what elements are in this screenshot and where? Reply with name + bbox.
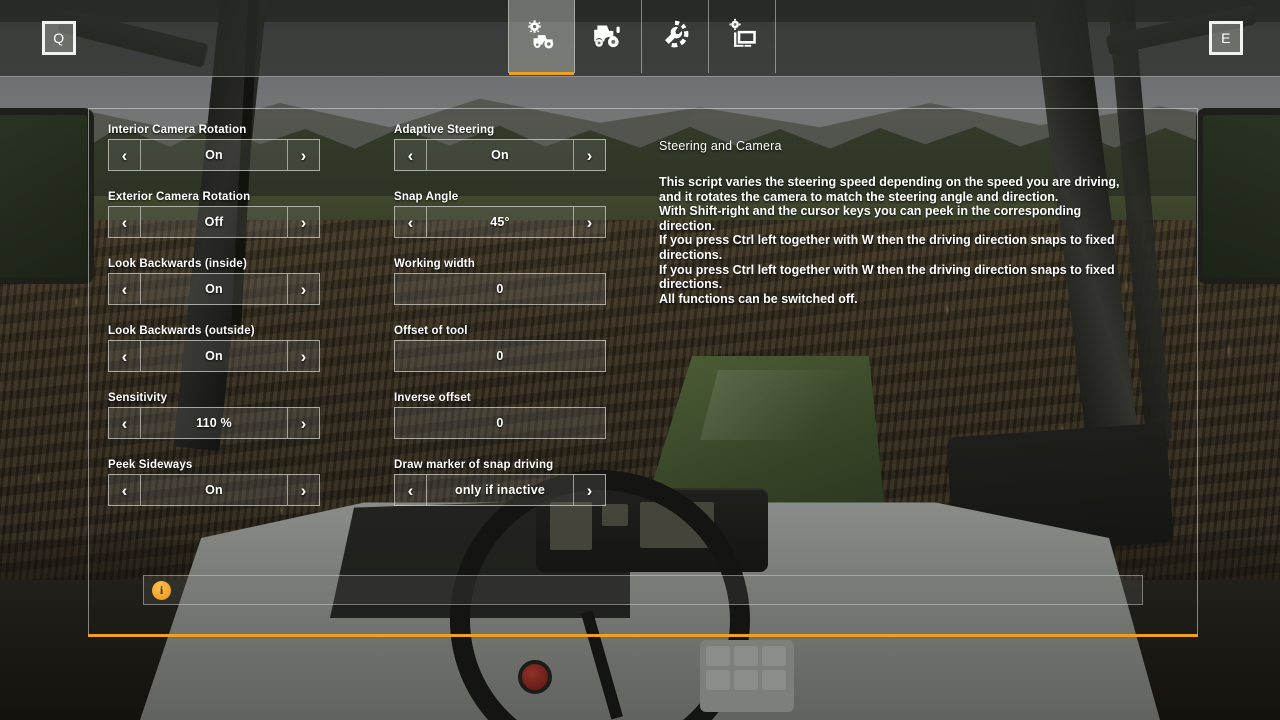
top-bar: Q E [0, 0, 1280, 77]
setting-label: Look Backwards (inside) [108, 258, 247, 270]
description-body: This script varies the steering speed de… [659, 175, 1139, 306]
panel-accent-underline [88, 634, 1198, 637]
stepper-prev-arrow[interactable]: ‹ [109, 408, 141, 438]
setting-sensitivity: Sensitivity ‹ 110 % › [108, 392, 320, 439]
stepper-control[interactable]: ‹ only if inactive › [394, 474, 606, 506]
stepper-next-arrow[interactable]: › [573, 475, 605, 505]
input-value[interactable]: 0 [395, 274, 605, 304]
setting-label: Working width [394, 258, 475, 270]
settings-column-left: Interior Camera Rotation ‹ On › Exterior… [108, 124, 320, 526]
stepper-control[interactable]: ‹ On › [108, 273, 320, 305]
tab-vehicle[interactable] [575, 0, 642, 73]
setting-look-backwards-inside: Look Backwards (inside) ‹ On › [108, 258, 320, 305]
game-settings-screen: Q E Interior Camera Rotation ‹ On › Exte… [0, 0, 1280, 720]
stepper-next-arrow[interactable]: › [287, 274, 319, 304]
setting-peek-sideways: Peek Sideways ‹ On › [108, 459, 320, 506]
stepper-prev-arrow[interactable]: ‹ [109, 341, 141, 371]
setting-label: Peek Sideways [108, 459, 193, 471]
stepper-next-arrow[interactable]: › [287, 341, 319, 371]
stepper-control[interactable]: ‹ On › [108, 139, 320, 171]
info-bar: i [143, 575, 1143, 605]
text-input-control[interactable]: 0 [394, 273, 606, 305]
setting-label: Offset of tool [394, 325, 468, 337]
stepper-value: On [205, 483, 223, 497]
stepper-prev-arrow[interactable]: ‹ [395, 140, 427, 170]
description-paragraph: With Shift-right and the cursor keys you… [659, 204, 1082, 233]
stepper-value: 45° [490, 215, 510, 229]
key-hint-previous[interactable]: Q [42, 21, 76, 55]
stepper-control[interactable]: ‹ 45° › [394, 206, 606, 238]
stepper-control[interactable]: ‹ On › [108, 340, 320, 372]
setting-label: Exterior Camera Rotation [108, 191, 251, 203]
stepper-value: 110 % [196, 416, 232, 430]
stepper-value: On [205, 282, 223, 296]
tab-bar [508, 0, 776, 77]
description-paragraph: If you press Ctrl left together with W t… [659, 262, 1115, 292]
stepper-next-arrow[interactable]: › [287, 408, 319, 438]
stepper-value: only if inactive [454, 483, 546, 497]
tab-display-settings[interactable] [709, 0, 776, 73]
tractor-icon [591, 17, 625, 56]
setting-exterior-camera-rotation: Exterior Camera Rotation ‹ Off › [108, 191, 320, 238]
settings-columns: Interior Camera Rotation ‹ On › Exterior… [89, 109, 1197, 635]
key-hint-next[interactable]: E [1209, 21, 1243, 55]
setting-offset-of-tool: Offset of tool 0 [394, 325, 606, 372]
setting-label: Sensitivity [108, 392, 168, 404]
setting-label: Look Backwards (outside) [108, 325, 255, 337]
setting-inverse-offset: Inverse offset 0 [394, 392, 606, 439]
tab-general-settings[interactable] [642, 0, 709, 73]
stepper-control[interactable]: ‹ On › [394, 139, 606, 171]
monitor-gear-icon [725, 17, 759, 56]
wrench-gear-icon [658, 17, 692, 56]
settings-column-middle: Adaptive Steering ‹ On › Snap Angle ‹ 45… [394, 124, 606, 526]
settings-panel: Interior Camera Rotation ‹ On › Exterior… [88, 108, 1198, 636]
stepper-next-arrow[interactable]: › [287, 207, 319, 237]
stepper-prev-arrow[interactable]: ‹ [109, 475, 141, 505]
setting-adaptive-steering: Adaptive Steering ‹ On › [394, 124, 606, 171]
input-value[interactable]: 0 [395, 408, 605, 438]
stepper-next-arrow[interactable]: › [573, 140, 605, 170]
stepper-prev-arrow[interactable]: ‹ [109, 207, 141, 237]
stepper-control[interactable]: ‹ On › [108, 474, 320, 506]
stepper-prev-arrow[interactable]: ‹ [395, 475, 427, 505]
text-input-control[interactable]: 0 [394, 407, 606, 439]
text-input-control[interactable]: 0 [394, 340, 606, 372]
description-paragraph: This script varies the steering speed de… [659, 175, 1120, 204]
stepper-value: Off [204, 215, 224, 229]
stepper-value: On [491, 148, 509, 162]
description-paragraph: If you press Ctrl left together with W t… [659, 233, 1115, 262]
setting-label: Inverse offset [394, 392, 471, 404]
stepper-value: On [205, 349, 223, 363]
description-paragraph: All functions can be switched off. [659, 291, 858, 306]
description-title: Steering and Camera [659, 139, 782, 153]
setting-label: Draw marker of snap driving [394, 459, 554, 471]
tractor-gear-icon [525, 17, 559, 56]
setting-snap-angle: Snap Angle ‹ 45° › [394, 191, 606, 238]
setting-interior-camera-rotation: Interior Camera Rotation ‹ On › [108, 124, 320, 171]
setting-draw-marker-of-snap-driving: Draw marker of snap driving ‹ only if in… [394, 459, 606, 506]
setting-look-backwards-outside: Look Backwards (outside) ‹ On › [108, 325, 320, 372]
stepper-prev-arrow[interactable]: ‹ [395, 207, 427, 237]
stepper-next-arrow[interactable]: › [287, 475, 319, 505]
setting-label: Snap Angle [394, 191, 459, 203]
setting-label: Adaptive Steering [394, 124, 495, 136]
stepper-next-arrow[interactable]: › [287, 140, 319, 170]
stepper-next-arrow[interactable]: › [573, 207, 605, 237]
setting-working-width: Working width 0 [394, 258, 606, 305]
stepper-value: On [205, 148, 223, 162]
input-value[interactable]: 0 [395, 341, 605, 371]
tab-vehicle-controls[interactable] [508, 0, 575, 75]
stepper-control[interactable]: ‹ 110 % › [108, 407, 320, 439]
stepper-control[interactable]: ‹ Off › [108, 206, 320, 238]
setting-label: Interior Camera Rotation [108, 124, 247, 136]
stepper-prev-arrow[interactable]: ‹ [109, 140, 141, 170]
stepper-prev-arrow[interactable]: ‹ [109, 274, 141, 304]
info-icon: i [152, 580, 171, 600]
description-panel: Steering and Camera This script varies t… [659, 139, 1139, 306]
